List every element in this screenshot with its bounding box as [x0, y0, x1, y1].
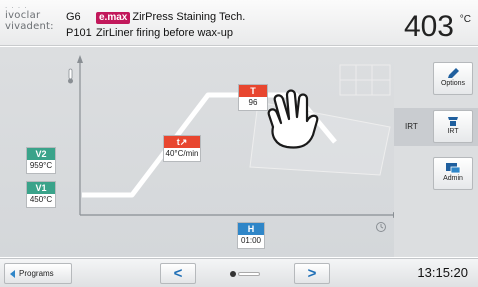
page-indicator — [230, 271, 260, 277]
x-axis-arrow — [393, 212, 394, 218]
v1-value: 450°C — [29, 195, 53, 204]
heating-rate-value: 40°C/min — [165, 149, 199, 158]
admin-icon — [446, 163, 461, 174]
program-title: ZirPress Staining Tech. — [132, 11, 246, 23]
program-description: ZirLiner firing before wax-up — [96, 27, 233, 39]
temperature-unit: °C — [459, 14, 471, 25]
header-bar: · · · · ivoclar vivadent: G6 e.max ZirPres… — [0, 0, 478, 46]
admin-label: Admin — [443, 175, 463, 182]
holding-temp-value: 96 — [248, 98, 258, 107]
program-desc-line: P101 ZirLiner firing before wax-up — [66, 27, 233, 39]
irt-button[interactable]: IRT — [433, 110, 473, 143]
hold-time-value: 01:00 — [240, 236, 262, 245]
irt-label: IRT — [447, 128, 459, 135]
logo-line1: ivoclar — [5, 10, 41, 21]
v2-step-tile[interactable]: V2 959°C — [26, 147, 56, 174]
next-page-button[interactable]: > — [294, 263, 330, 284]
v2-value: 959°C — [29, 161, 53, 170]
emax-badge: e.max — [96, 12, 131, 24]
admin-button[interactable]: Admin — [433, 157, 473, 190]
logo-line2: vivadent: — [5, 21, 54, 32]
holding-temp-caption: T — [239, 85, 267, 97]
hand-pointer-icon — [267, 89, 319, 149]
program-title-line: G6 e.max ZirPress Staining Tech. — [66, 11, 245, 24]
options-button[interactable]: Options — [433, 62, 473, 95]
heating-rate-caption: t↗ — [164, 136, 200, 148]
ivoclar-logo: · · · · ivoclar vivadent: — [5, 4, 57, 36]
programs-button[interactable]: Programs — [4, 263, 72, 284]
hold-time-caption: H — [238, 223, 264, 235]
pen-icon — [448, 68, 459, 78]
page-bar — [238, 272, 260, 276]
clock-time: 13:15:20 — [417, 265, 468, 280]
heating-rate-step-tile[interactable]: t↗ 40°C/min — [163, 135, 201, 162]
footer-bar: Programs < > 13:15:20 — [0, 258, 478, 287]
hold-time-step-tile[interactable]: H 01:00 — [237, 222, 265, 249]
main-area: V2 959°C V1 450°C t↗ 40°C/min T 96 H 01:… — [0, 47, 478, 257]
page-dot-active — [230, 271, 236, 277]
v1-step-tile[interactable]: V1 450°C — [26, 181, 56, 208]
programs-label: Programs — [19, 269, 54, 278]
y-axis-arrow — [77, 55, 83, 63]
previous-page-button[interactable]: < — [160, 263, 196, 284]
v1-caption: V1 — [27, 182, 55, 194]
irt-panel-label: IRT — [405, 122, 418, 131]
holding-temp-step-tile[interactable]: T 96 — [238, 84, 268, 111]
thermometer-icon — [68, 68, 73, 84]
program-number: P101 — [66, 27, 92, 39]
v2-caption: V2 — [27, 148, 55, 160]
clock-icon — [376, 222, 386, 232]
firing-curve-area: V2 959°C V1 450°C t↗ 40°C/min T 96 H 01:… — [0, 47, 394, 257]
current-temperature: 403 — [403, 10, 454, 43]
back-triangle-icon — [10, 270, 15, 278]
irt-icon — [448, 117, 458, 126]
options-label: Options — [440, 80, 466, 87]
program-short-id: G6 — [66, 11, 81, 23]
